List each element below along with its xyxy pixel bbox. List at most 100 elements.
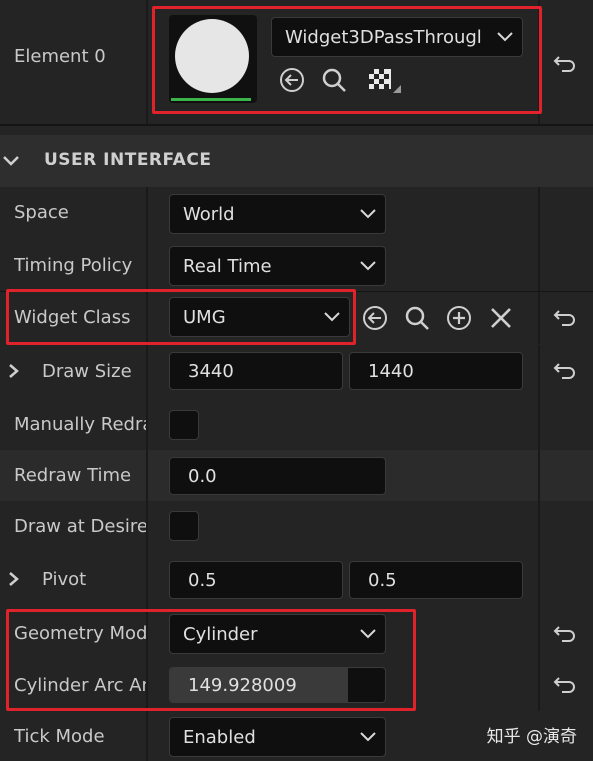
reset-arrow-icon[interactable] (552, 622, 578, 646)
space-row: Space World (0, 187, 593, 239)
tick-mode-label: Tick Mode (14, 726, 105, 747)
element0-class-dropdown[interactable]: Widget3DPassThrougl (271, 17, 523, 57)
column-separator (146, 398, 148, 450)
expand-arrow-icon[interactable] (8, 363, 20, 383)
cylinder-arc-row: Cylinder Arc An 149.928009 (0, 659, 593, 711)
pivot-label: Pivot (42, 569, 87, 590)
cylinder-arc-slider[interactable]: 149.928009 (169, 667, 386, 703)
column-separator (146, 187, 148, 239)
section-header[interactable]: USER INTERFACE (0, 135, 593, 187)
column-separator (146, 553, 148, 606)
chevron-down-icon (2, 152, 20, 171)
timing-policy-row: Timing Policy Real Time (0, 239, 593, 291)
geometry-mode-row: Geometry Mode Cylinder (0, 606, 593, 659)
space-dropdown[interactable]: World (169, 194, 386, 234)
thumbnail-circle (175, 19, 249, 93)
cylinder-arc-value: 149.928009 (188, 674, 297, 696)
widget-class-label: Widget Class (14, 307, 131, 328)
column-separator (538, 501, 540, 553)
reset-arrow-icon[interactable] (552, 52, 578, 76)
column-separator (538, 450, 540, 501)
pivot-y-input[interactable]: 0.5 (349, 561, 523, 599)
widget-class-row: Widget Class UMG (0, 292, 593, 344)
column-separator (538, 606, 540, 659)
pivot-y-value: 0.5 (368, 569, 397, 591)
manually-redraw-label: Manually Redra (14, 414, 146, 435)
tick-mode-value: Enabled (183, 726, 256, 748)
search-icon[interactable] (319, 65, 349, 95)
manually-redraw-checkbox[interactable] (169, 410, 199, 440)
column-separator (146, 606, 148, 659)
chevron-down-icon (488, 32, 522, 42)
column-separator (538, 0, 540, 124)
space-value: World (183, 203, 235, 225)
column-separator (146, 450, 148, 501)
column-separator (538, 345, 540, 398)
manually-redraw-row: Manually Redra (0, 398, 593, 450)
redraw-time-label: Redraw Time (14, 465, 132, 486)
column-separator (146, 659, 148, 711)
thumbnail[interactable] (169, 15, 257, 103)
element0-class-value: Widget3DPassThrougl (285, 26, 482, 48)
cylinder-arc-label: Cylinder Arc An (14, 675, 146, 696)
redraw-time-input[interactable]: 0.0 (169, 457, 386, 495)
clear-icon[interactable] (486, 303, 516, 333)
pivot-row: Pivot 0.5 0.5 (0, 553, 593, 606)
pivot-x-value: 0.5 (188, 569, 217, 591)
geometry-mode-dropdown[interactable]: Cylinder (169, 614, 386, 654)
chevron-down-icon (351, 629, 385, 639)
column-separator (538, 292, 540, 344)
column-separator (538, 239, 540, 291)
draw-at-desired-checkbox[interactable] (169, 511, 199, 541)
chevron-down-icon (351, 261, 385, 271)
draw-size-x-input[interactable]: 3440 (169, 352, 343, 390)
draw-at-desired-row: Draw at Desirec (0, 501, 593, 553)
thumbnail-green-bar (171, 98, 251, 101)
column-separator (538, 659, 540, 711)
chevron-down-icon (351, 209, 385, 219)
section-title: USER INTERFACE (44, 150, 212, 170)
browse-back-icon[interactable] (277, 65, 307, 95)
column-separator (146, 711, 148, 761)
search-icon[interactable] (402, 303, 432, 333)
redraw-time-row: Redraw Time 0.0 (0, 450, 593, 501)
column-separator (146, 0, 148, 124)
draw-size-y-value: 1440 (368, 360, 414, 382)
draw-size-label: Draw Size (42, 361, 132, 382)
tick-mode-dropdown[interactable]: Enabled (169, 717, 386, 757)
column-separator (538, 553, 540, 606)
timing-policy-label: Timing Policy (14, 255, 133, 276)
expand-arrow-icon[interactable] (8, 571, 20, 591)
watermark: 知乎 @演奇 (486, 727, 577, 747)
draw-size-y-input[interactable]: 1440 (349, 352, 523, 390)
draw-size-row: Draw Size 3440 1440 (0, 345, 593, 398)
column-separator (538, 398, 540, 450)
add-icon[interactable] (444, 303, 474, 333)
column-separator (146, 239, 148, 291)
reset-arrow-icon[interactable] (552, 306, 578, 330)
element0-label: Element 0 (14, 46, 106, 67)
column-separator (538, 187, 540, 239)
divider (0, 124, 593, 126)
column-separator (146, 292, 148, 344)
browse-back-icon[interactable] (360, 303, 390, 333)
draw-size-x-value: 3440 (188, 360, 234, 382)
reset-arrow-icon[interactable] (552, 359, 578, 383)
element0-row: Element 0 Widget3DPassThrougl (0, 0, 593, 124)
geometry-mode-label: Geometry Mode (14, 623, 146, 644)
checker-icon[interactable] (365, 65, 405, 95)
chevron-down-icon (315, 312, 349, 322)
space-label: Space (14, 202, 69, 223)
draw-at-desired-label: Draw at Desirec (14, 516, 146, 537)
widget-class-value: UMG (183, 306, 226, 328)
reset-arrow-icon[interactable] (552, 673, 578, 697)
geometry-mode-value: Cylinder (183, 623, 258, 645)
widget-class-dropdown[interactable]: UMG (169, 297, 350, 337)
column-separator (146, 345, 148, 398)
column-separator (146, 501, 148, 553)
pivot-x-input[interactable]: 0.5 (169, 561, 343, 599)
timing-policy-dropdown[interactable]: Real Time (169, 246, 386, 286)
chevron-down-icon (351, 732, 385, 742)
timing-policy-value: Real Time (183, 255, 272, 277)
redraw-time-value: 0.0 (188, 465, 217, 487)
